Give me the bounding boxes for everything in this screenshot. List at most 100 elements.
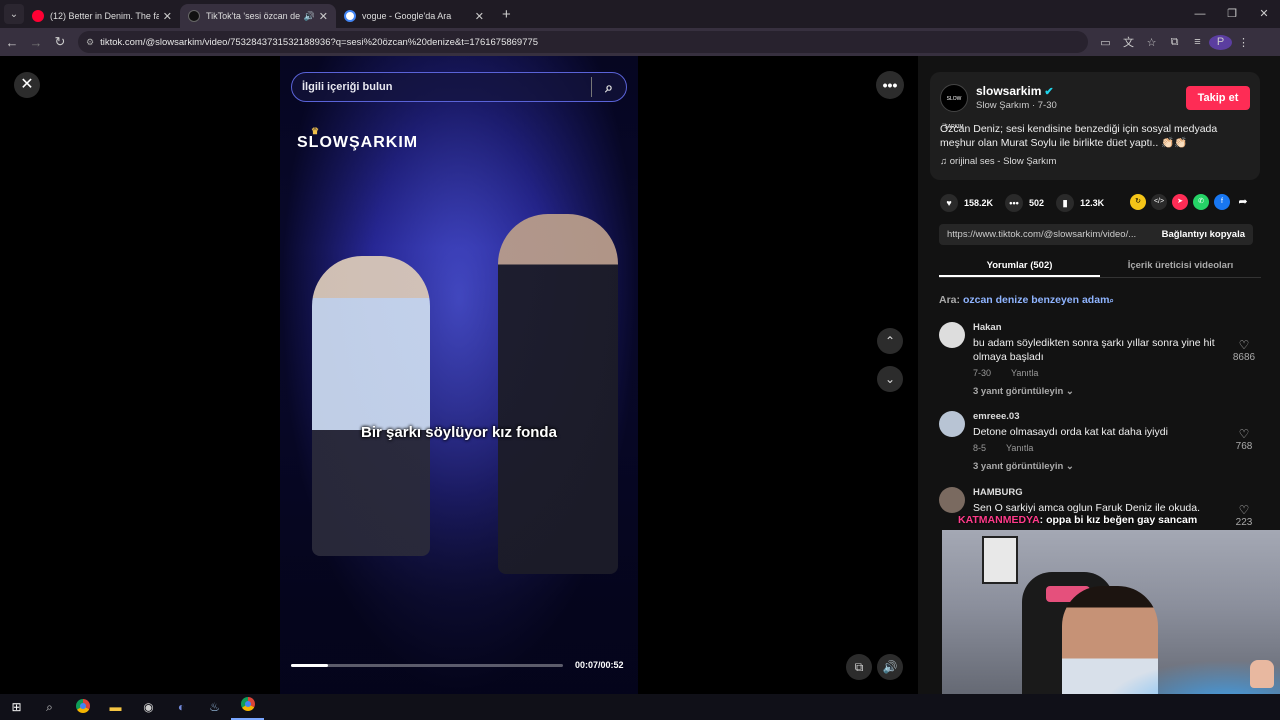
whatsapp-icon[interactable]: ✆ xyxy=(1193,194,1209,210)
chat-username: KATMANMEDYA xyxy=(958,514,1040,526)
comment-stat[interactable]: ••• 502 xyxy=(1005,194,1044,212)
windows-taskbar: ⊞ ⌕ ▬ ◉ ◐ ♨ xyxy=(0,694,1280,720)
video-time: 00:07/00:52 xyxy=(575,660,624,670)
suggested-search[interactable]: Ara: ozcan denize benzeyen adam⌕ xyxy=(939,294,1114,306)
more-options-button[interactable]: ••• xyxy=(876,71,904,99)
google-favicon-icon xyxy=(344,10,356,22)
restore-button[interactable]: ❐ xyxy=(1216,0,1248,28)
extensions-icon[interactable]: ⧉ xyxy=(1163,36,1186,49)
creator-username: slowsarkim xyxy=(976,84,1042,98)
close-tab-icon[interactable]: ✕ xyxy=(163,10,172,23)
comment-like[interactable]: ♡ 768 xyxy=(1229,427,1259,452)
like-stat[interactable]: ♥ 158.2K xyxy=(940,194,993,212)
close-video-button[interactable]: ✕ xyxy=(14,72,40,98)
sidebar-tabs: Yorumlar (502) İçerik üreticisi videolar… xyxy=(939,254,1261,278)
share-arrow-icon[interactable]: ➦ xyxy=(1235,194,1251,210)
commenter-name[interactable]: HAMBURG xyxy=(973,487,1023,498)
address-toolbar: ← → ↻ ⚙ tiktok.com/@slowsarkim/video/753… xyxy=(0,28,1280,56)
file-explorer-icon[interactable]: ▬ xyxy=(99,700,132,714)
forward-button[interactable]: → xyxy=(24,35,48,50)
send-icon[interactable]: ➤ xyxy=(1172,194,1188,210)
search-icon[interactable]: ⌕ xyxy=(33,700,66,715)
steam-icon[interactable]: ♨ xyxy=(198,700,231,714)
app-icon[interactable]: ◉ xyxy=(132,700,165,714)
reload-button[interactable]: ↻ xyxy=(48,34,72,50)
translate-icon[interactable]: 文 xyxy=(1117,34,1140,50)
reply-button[interactable]: Yanıtla xyxy=(1006,443,1033,453)
comment-icon: ••• xyxy=(1005,194,1024,212)
view-replies-label: 3 yanıt görüntüleyin xyxy=(973,386,1064,397)
url-bar[interactable]: ⚙ tiktok.com/@slowsarkim/video/753284373… xyxy=(78,31,1088,53)
commenter-avatar[interactable] xyxy=(939,411,965,437)
comment-text: Sen O sarkiyi amca oglun Faruk Deniz ile… xyxy=(973,502,1201,514)
video-progress-bar[interactable] xyxy=(291,664,563,667)
minimize-button[interactable]: — xyxy=(1184,0,1216,28)
repost-icon[interactable]: ↻ xyxy=(1130,194,1146,210)
bookmark-star-icon[interactable]: ☆ xyxy=(1140,36,1163,49)
next-video-button[interactable]: ⌄ xyxy=(877,366,903,392)
embed-icon[interactable]: </> xyxy=(1151,194,1167,210)
commenter-avatar[interactable] xyxy=(939,487,965,513)
tab-title: TikTok'ta 'sesi özcan denize xyxy=(206,11,300,21)
toolbar-icons: ▭ 文 ☆ ⧉ ≡ P ⋮ xyxy=(1094,34,1255,50)
facebook-icon[interactable]: f xyxy=(1214,194,1230,210)
tab-comments[interactable]: Yorumlar (502) xyxy=(939,254,1100,277)
media-controls-icon[interactable]: ≡ xyxy=(1186,36,1209,48)
save-stat[interactable]: ▮ 12.3K xyxy=(1056,194,1104,212)
tab-creator-videos[interactable]: İçerik üreticisi videoları xyxy=(1100,254,1261,277)
discord-icon[interactable]: ◐ xyxy=(165,700,198,714)
previous-video-button[interactable]: ⌃ xyxy=(877,328,903,354)
video-player[interactable]: İlgili içeriği bulun ⌕ ♛ SLOWŞARKIM Bir … xyxy=(280,56,638,694)
follow-button[interactable]: Takip et xyxy=(1186,86,1250,110)
window-controls: — ❐ ✕ xyxy=(1184,0,1280,28)
copy-link-button[interactable]: Bağlantıyı kopyala xyxy=(1154,229,1253,240)
comment-like-count: 768 xyxy=(1235,441,1253,452)
start-icon[interactable]: ⊞ xyxy=(0,700,33,714)
close-window-button[interactable]: ✕ xyxy=(1248,0,1280,28)
view-replies-button[interactable]: 3 yanıt görüntüleyin ⌄ xyxy=(973,461,1074,472)
video-link[interactable]: https://www.tiktok.com/@slowsarkim/video… xyxy=(939,229,1154,240)
comment-date: 8-5 xyxy=(973,443,987,453)
comment-item: Hakan bu adam söyledikten sonra şarkı yı… xyxy=(939,322,1259,402)
profile-initial: P xyxy=(1209,34,1232,50)
view-replies-button[interactable]: 3 yanıt görüntüleyin ⌄ xyxy=(973,386,1074,397)
search-icon[interactable]: ⌕ xyxy=(592,79,626,96)
comment-like-count: 8686 xyxy=(1232,352,1256,363)
browser-tab-bar: ⌄ (12) Better in Denim. The fall ca ✕ Ti… xyxy=(0,0,1280,28)
heart-icon: ♥ xyxy=(940,194,958,212)
reply-button[interactable]: Yanıtla xyxy=(1011,368,1038,378)
chrome-active-taskbar-icon[interactable] xyxy=(231,694,264,720)
floating-player-button[interactable]: ⧉ xyxy=(846,654,872,680)
creator-avatar[interactable]: SLOW ŞARKIM xyxy=(940,84,968,130)
commenter-name[interactable]: emreee.03 xyxy=(973,411,1019,422)
comment-like[interactable]: ♡ 223 xyxy=(1229,503,1259,528)
creator-username-line[interactable]: slowsarkim ✔ xyxy=(976,84,1054,98)
related-search-bar[interactable]: İlgili içeriği bulun ⌕ xyxy=(291,72,627,102)
save-count: 12.3K xyxy=(1080,198,1105,208)
tab-title: (12) Better in Denim. The fall ca xyxy=(50,11,159,21)
commenter-name[interactable]: Hakan xyxy=(973,322,1002,333)
audio-playing-icon[interactable]: 🔊 xyxy=(304,11,315,22)
site-info-icon[interactable]: ⚙ xyxy=(86,37,94,48)
browser-menu-icon[interactable]: ⋮ xyxy=(1232,36,1255,49)
sound-link[interactable]: ♫ orijinal ses - Slow Şarkım xyxy=(940,156,1056,167)
tab-search-menu-icon[interactable]: ⌄ xyxy=(4,4,24,24)
tab-google[interactable]: vogue - Google'da Ara ✕ xyxy=(336,4,492,28)
cast-icon[interactable]: ▭ xyxy=(1094,36,1117,49)
chrome-taskbar-icon[interactable] xyxy=(66,698,99,716)
verified-badge-icon: ✔ xyxy=(1044,86,1054,98)
new-tab-button[interactable]: + xyxy=(502,6,511,23)
commenter-avatar[interactable] xyxy=(939,322,965,348)
close-tab-icon[interactable]: ✕ xyxy=(319,10,328,23)
tab-tiktok[interactable]: TikTok'ta 'sesi özcan denize 🔊 ✕ xyxy=(180,4,336,28)
post-description: Özcan Deniz; sesi kendisine benzediği iç… xyxy=(940,123,1218,149)
back-button[interactable]: ← xyxy=(0,35,24,50)
tab-youtube[interactable]: (12) Better in Denim. The fall ca ✕ xyxy=(24,4,180,28)
comment-like[interactable]: ♡ 8686 xyxy=(1229,338,1259,363)
comment-meta: 7-30 Yanıtla xyxy=(973,368,1058,378)
profile-avatar[interactable]: P xyxy=(1209,34,1232,50)
comment-count: 502 xyxy=(1029,198,1045,208)
close-tab-icon[interactable]: ✕ xyxy=(475,10,484,23)
channel-watermark: ♛ SLOWŞARKIM xyxy=(297,126,418,152)
volume-button[interactable]: 🔊 xyxy=(877,654,903,680)
